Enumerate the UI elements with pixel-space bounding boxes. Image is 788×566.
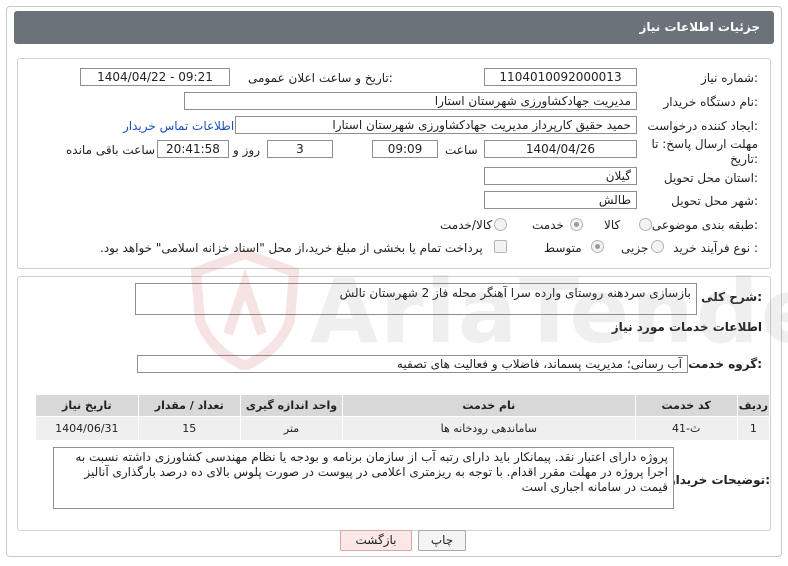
category-option-service: خدمت (532, 218, 564, 232)
province-label: استان محل تحویل: (663, 171, 758, 185)
services-section-title: اطلاعات خدمات مورد نیاز (611, 320, 762, 334)
treasury-note: پرداخت تمام یا بخشی از مبلغ خرید،از محل … (100, 241, 483, 255)
need-number-field: 1104010092000013 (484, 68, 637, 86)
buyer-notes-field: پروژه دارای اعتبار نقد. پیمانکار باید دا… (53, 447, 674, 509)
announce-label: تاریخ و ساعت اعلان عمومی: (248, 71, 393, 85)
col-need-date: تاریخ نیاز (35, 394, 139, 417)
days-remaining-field: 3 (267, 140, 333, 158)
process-label: نوع فرآیند خرید : (673, 241, 758, 255)
cell-service-code: ث-41 (634, 416, 738, 441)
announce-datetime-field: 1404/04/22 - 09:21 (80, 68, 230, 86)
page-title: جزئیات اطلاعات نیاز (639, 20, 760, 34)
table-row: 1 ث-41 ساماندهی رودخانه ها متر 15 1404/0… (35, 416, 771, 441)
treasury-checkbox[interactable] (494, 240, 507, 253)
need-number-label: شماره نیاز: (700, 71, 758, 85)
print-button[interactable]: چاپ (418, 530, 466, 551)
cell-service-name: ساماندهی رودخانه ها (342, 416, 636, 441)
remaining-time-label: ساعت باقی مانده (66, 143, 156, 157)
summary-field: بازسازی سردهنه روستای وارده سرا آهنگر مح… (135, 283, 697, 315)
process-option-minor: جزیی (621, 241, 649, 255)
col-row-number: ردیف (736, 394, 771, 417)
cell-row-number: 1 (736, 416, 771, 441)
deadline-time-field: 09:09 (372, 140, 438, 158)
category-option-goods: کالا (604, 218, 621, 232)
remaining-time-field: 20:41:58 (157, 140, 229, 158)
category-radio-goods-service[interactable] (494, 218, 507, 231)
services-table: ردیف کد خدمت نام خدمت واحد اندازه گیری ت… (35, 394, 771, 441)
services-table-header: ردیف کد خدمت نام خدمت واحد اندازه گیری ت… (35, 394, 771, 417)
city-field: طالش (484, 191, 637, 209)
buyer-org-field: مدیریت جهادکشاورزی شهرستان استارا (184, 92, 637, 110)
back-button[interactable]: بازگشت (340, 530, 412, 551)
buyer-contact-link[interactable]: اطلاعات تماس خریدار (123, 119, 234, 133)
page-header: جزئیات اطلاعات نیاز (14, 11, 774, 44)
category-radio-service[interactable] (570, 218, 583, 231)
deadline-date-field: 1404/04/26 (484, 140, 637, 158)
category-label: طبقه بندی موضوعی: (651, 218, 758, 232)
deadline-label-line1: مهلت ارسال پاسخ: تا (651, 137, 758, 151)
deadline-label-line2: تاریخ: (730, 152, 758, 166)
process-radio-minor[interactable] (651, 240, 664, 253)
service-group-field: آب رسانی؛ مدیریت پسماند، فاضلاب و فعالیت… (137, 355, 688, 373)
city-label: شهر محل تحویل: (671, 194, 758, 208)
col-unit: واحد اندازه گیری (239, 394, 344, 417)
col-service-code: کد خدمت (634, 394, 738, 417)
category-option-goods-service: کالا/خدمت (440, 218, 493, 232)
process-radio-medium[interactable] (591, 240, 604, 253)
creator-field: حمید حقیق کارپرداز مدیریت جهادکشاورزی شه… (235, 116, 637, 134)
days-label: روز و (233, 143, 260, 157)
creator-label: ایجاد کننده درخواست: (647, 119, 758, 133)
info-panel (17, 58, 771, 269)
col-service-name: نام خدمت (342, 394, 636, 417)
deadline-time-label: ساعت (445, 143, 478, 157)
buyer-org-label: نام دستگاه خریدار: (663, 95, 759, 109)
service-group-label: گروه خدمت: (688, 357, 762, 371)
cell-need-date: 1404/06/31 (35, 416, 139, 441)
province-field: گیلان (484, 167, 637, 185)
col-quantity: تعداد / مقدار (137, 394, 241, 417)
category-radio-goods[interactable] (639, 218, 652, 231)
cell-unit: متر (239, 416, 344, 441)
cell-quantity: 15 (137, 416, 241, 441)
process-option-medium: متوسط (544, 241, 582, 255)
buyer-notes-label: توضیحات خریدار: (668, 473, 770, 487)
